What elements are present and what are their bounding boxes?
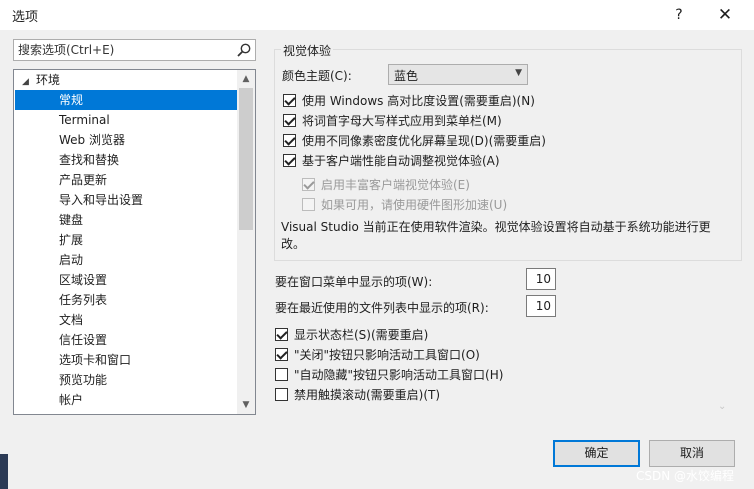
hardware-accel-label: 如果可用，请使用硬件图形加速(U) — [321, 197, 508, 212]
tree-scrollbar[interactable]: ▲ ▼ — [237, 70, 255, 414]
disable-touch-scroll-checkbox-row[interactable]: 禁用触摸滚动(需要重启)(T) — [275, 385, 440, 403]
auto-hide-affects-active-label: "自动隐藏"按钮只影响活动工具窗口(H) — [294, 367, 504, 382]
auto-hide-affects-active-checkbox[interactable] — [275, 367, 288, 381]
rich-visual-checkbox-row: 启用丰富客户端视觉体验(E) — [302, 175, 470, 193]
tree-item-task-list[interactable]: 任务列表 — [15, 290, 237, 310]
recent-files-items-label: 要在最近使用的文件列表中显示的项(R): — [275, 301, 489, 315]
tree-item-tabs-windows[interactable]: 选项卡和窗口 — [15, 350, 237, 370]
pixel-density-checkbox[interactable] — [283, 133, 296, 147]
scroll-thumb[interactable] — [239, 88, 253, 230]
status-bar-checkbox[interactable] — [275, 327, 288, 341]
hardware-accel-checkbox — [302, 197, 315, 211]
auto-adjust-label: 基于客户端性能自动调整视觉体验(A) — [302, 153, 500, 168]
window-title: 选项 — [12, 10, 39, 25]
title-case-menu-checkbox-row[interactable]: 将词首字母大写样式应用到菜单栏(M) — [283, 111, 502, 129]
window-menu-items-input[interactable]: 10 — [526, 268, 556, 290]
close-button-affects-active-label: "关闭"按钮只影响活动工具窗口(O) — [294, 347, 480, 362]
options-tree[interactable]: ◢ 环境 常规 Terminal Web 浏览器 查找和替换 产品更新 导入和导出… — [13, 69, 256, 415]
tree-item-trust-settings[interactable]: 信任设置 — [15, 330, 237, 350]
watermark: CSDN @水饺编程 — [636, 469, 735, 483]
visual-experience-title: 视觉体验 — [281, 42, 334, 59]
search-icon[interactable] — [236, 42, 252, 58]
window-menu-items-label: 要在窗口菜单中显示的项(W): — [275, 275, 433, 289]
pixel-density-label: 使用不同像素密度优化屏幕呈现(D)(需要重启) — [302, 133, 546, 148]
scroll-down-icon[interactable]: ▼ — [237, 396, 255, 414]
panel-scroll-down-icon[interactable]: ⌄ — [718, 401, 726, 412]
help-button[interactable]: ? — [666, 3, 692, 27]
color-theme-value: 蓝色 — [394, 69, 419, 83]
color-theme-label: 颜色主题(C): — [282, 69, 352, 83]
high-contrast-checkbox[interactable] — [283, 93, 296, 107]
tree-item-account[interactable]: 帐户 — [15, 390, 237, 410]
tree-item-startup[interactable]: 启动 — [15, 250, 237, 270]
auto-adjust-checkbox-row[interactable]: 基于客户端性能自动调整视觉体验(A) — [283, 151, 500, 169]
disable-touch-scroll-checkbox[interactable] — [275, 387, 288, 401]
rich-visual-label: 启用丰富客户端视觉体验(E) — [321, 177, 470, 192]
disable-touch-scroll-label: 禁用触摸滚动(需要重启)(T) — [294, 387, 441, 402]
search-input[interactable] — [18, 42, 228, 58]
rich-visual-checkbox — [302, 177, 315, 191]
software-rendering-info: Visual Studio 当前正在使用软件渲染。视觉体验设置将自动基于系统功能… — [281, 220, 711, 251]
close-button[interactable]: ✕ — [712, 3, 738, 27]
auto-hide-affects-active-checkbox-row[interactable]: "自动隐藏"按钮只影响活动工具窗口(H) — [275, 365, 503, 383]
tree-item-locale[interactable]: 区域设置 — [15, 270, 237, 290]
tree-item-documents[interactable]: 文档 — [15, 310, 237, 330]
title-bar — [0, 0, 754, 30]
tree-item-import-export[interactable]: 导入和导出设置 — [15, 190, 237, 210]
high-contrast-checkbox-row[interactable]: 使用 Windows 高对比度设置(需要重启)(N) — [283, 91, 535, 109]
status-bar-checkbox-row[interactable]: 显示状态栏(S)(需要重启) — [275, 325, 428, 343]
close-button-affects-active-checkbox[interactable] — [275, 347, 288, 361]
collapse-caret-icon[interactable]: ◢ — [22, 72, 36, 92]
tree-item-web-browser[interactable]: Web 浏览器 — [15, 130, 237, 150]
hardware-accel-checkbox-row: 如果可用，请使用硬件图形加速(U) — [302, 195, 507, 213]
tree-item-terminal[interactable]: Terminal — [15, 110, 237, 130]
cancel-button[interactable]: 取消 — [649, 440, 735, 467]
title-case-menu-label: 将词首字母大写样式应用到菜单栏(M) — [302, 113, 502, 128]
tree-item-preview-features[interactable]: 预览功能 — [15, 370, 237, 390]
tree-item-extensions[interactable]: 扩展 — [15, 230, 237, 250]
scroll-up-icon[interactable]: ▲ — [237, 70, 255, 88]
recent-files-items-input[interactable]: 10 — [526, 295, 556, 317]
background-window-edge — [0, 454, 8, 489]
status-bar-label: 显示状态栏(S)(需要重启) — [294, 327, 429, 342]
high-contrast-label: 使用 Windows 高对比度设置(需要重启)(N) — [302, 93, 535, 108]
tree-item-keyboard[interactable]: 键盘 — [15, 210, 237, 230]
auto-adjust-checkbox[interactable] — [283, 153, 296, 167]
tree-item-general[interactable]: 常规 — [15, 90, 237, 110]
chevron-down-icon: ▼ — [515, 68, 522, 78]
tree-root-label: 环境 — [36, 73, 61, 87]
search-box[interactable] — [13, 39, 256, 61]
title-case-menu-checkbox[interactable] — [283, 113, 296, 127]
tree-root-environment[interactable]: ◢ 环境 — [22, 70, 60, 90]
tree-item-product-updates[interactable]: 产品更新 — [15, 170, 237, 190]
close-button-affects-active-checkbox-row[interactable]: "关闭"按钮只影响活动工具窗口(O) — [275, 345, 480, 363]
color-theme-dropdown[interactable]: 蓝色 ▼ — [388, 64, 528, 85]
pixel-density-checkbox-row[interactable]: 使用不同像素密度优化屏幕呈现(D)(需要重启) — [283, 131, 546, 149]
ok-button[interactable]: 确定 — [553, 440, 640, 467]
tree-item-find-replace[interactable]: 查找和替换 — [15, 150, 237, 170]
